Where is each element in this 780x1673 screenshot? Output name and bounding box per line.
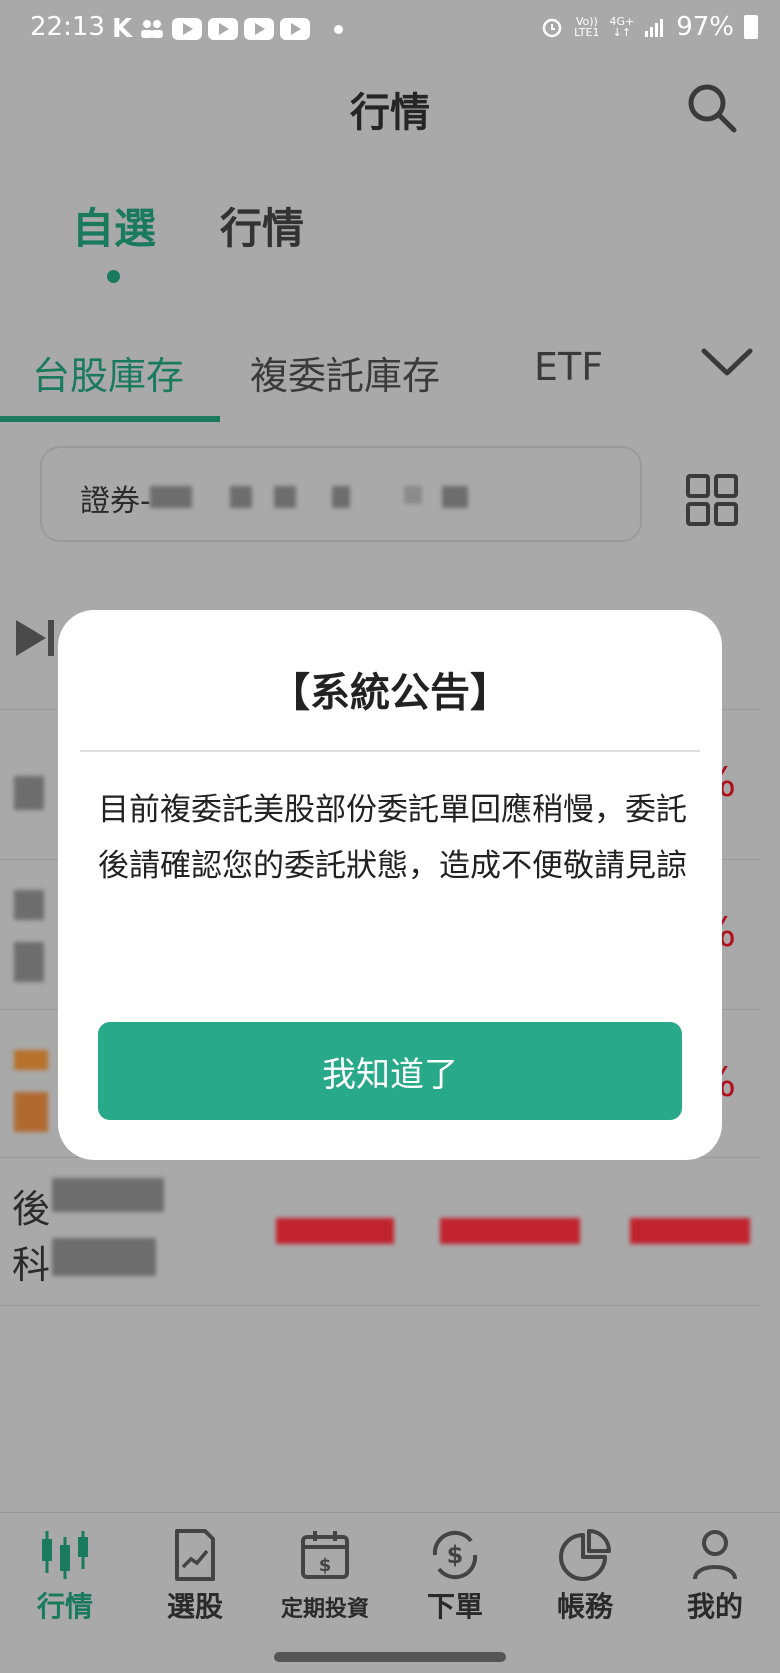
youtube-icon [244, 18, 275, 40]
dialog-message: 目前複委託美股部份委託單回應稍慢，委託後請確認您的委託狀態，造成不便敬請見諒 [98, 792, 687, 884]
account-label: 證券- [80, 484, 151, 519]
pie-chart-icon [559, 1529, 611, 1581]
redacted-account [404, 486, 422, 504]
nav-item-order[interactable]: $ 下單 [390, 1527, 520, 1637]
redacted-name [14, 890, 44, 920]
subtab-etf[interactable]: ETF [534, 345, 603, 389]
battery-percent: 97% [676, 12, 734, 42]
redacted-account [442, 486, 468, 508]
redacted-name [14, 942, 44, 982]
status-time: 22:13 [30, 12, 105, 42]
notification-icons: K [112, 14, 344, 44]
redacted-name [52, 1178, 164, 1212]
youtube-icon [280, 18, 311, 40]
redacted-name [14, 1092, 48, 1132]
chevron-down-icon[interactable] [700, 345, 754, 379]
order-dollar-icon: $ [432, 1530, 478, 1580]
nav-label: 我的 [686, 1590, 743, 1623]
account-selector[interactable]: 證券- [40, 446, 642, 542]
candlestick-icon [42, 1531, 88, 1579]
stock-name-line2: 科 [12, 1243, 51, 1287]
svg-text:$: $ [447, 1541, 464, 1569]
stock-name-line1: 後 [12, 1187, 51, 1231]
stock-pick-icon [175, 1529, 215, 1581]
play-icon[interactable] [14, 618, 58, 658]
calendar-dollar-icon: $ [301, 1531, 349, 1579]
subtab-underline [0, 416, 220, 422]
battery-icon [744, 15, 758, 39]
dialog-divider [80, 750, 700, 752]
system-announcement-dialog: 【系統公告】 目前複委託美股部份委託單回應稍慢，委託後請確認您的委託狀態，造成不… [58, 610, 722, 1160]
search-icon[interactable] [684, 80, 740, 136]
alarm-icon [542, 18, 562, 38]
nav-label: 選股 [166, 1590, 223, 1623]
subtab-tw-holdings[interactable]: 台股庫存 [32, 345, 184, 400]
page-title: 行情 [350, 90, 430, 136]
nav-item-market[interactable]: 行情 [0, 1527, 130, 1637]
redacted-account [332, 486, 350, 508]
nav-label: 帳務 [556, 1590, 613, 1623]
youtube-icon [172, 18, 203, 40]
redacted-percent [630, 1218, 750, 1244]
svg-text:$: $ [319, 1555, 332, 1576]
grid-view-icon[interactable] [686, 474, 738, 526]
redacted-account [150, 486, 192, 508]
dialog-title: 【系統公告】 [270, 670, 510, 716]
volte-indicator: Vo)) LTE1 [574, 15, 600, 39]
tab-market[interactable]: 行情 [220, 195, 304, 256]
people-icon [141, 20, 164, 38]
list-item[interactable]: 後 科 [0, 1158, 760, 1306]
status-bar: 22:13 K Vo)) LTE1 4G+ ↓↑ 97% [0, 0, 780, 58]
tab-watchlist[interactable]: 自選 [72, 195, 156, 256]
active-tab-indicator [107, 270, 120, 283]
person-icon [693, 1530, 737, 1580]
nav-label: 行情 [36, 1590, 93, 1623]
youtube-icon [208, 18, 239, 40]
nav-label: 定期投資 [280, 1597, 369, 1622]
system-icons: Vo)) LTE1 4G+ ↓↑ 97% [540, 12, 758, 42]
redacted-account [230, 486, 252, 508]
bottom-navigation: 行情 選股 $ 定期投資 $ 下單 帳務 我的 [0, 1512, 780, 1636]
network-4g-indicator: 4G+ ↓↑ [609, 15, 635, 39]
redacted-name [52, 1238, 156, 1276]
redacted-change [440, 1218, 580, 1244]
redacted-price [276, 1218, 394, 1244]
subtab-subbrokerage-holdings[interactable]: 複委託庫存 [250, 345, 440, 400]
signal-icon [645, 19, 664, 37]
redacted-name [14, 1050, 48, 1070]
k-app-icon: K [112, 14, 133, 44]
nav-item-stock-pick[interactable]: 選股 [130, 1527, 260, 1637]
nav-item-accounts[interactable]: 帳務 [520, 1527, 650, 1637]
nav-item-profile[interactable]: 我的 [650, 1527, 780, 1637]
home-indicator[interactable] [274, 1652, 506, 1662]
more-notifications-dot [334, 24, 344, 34]
nav-item-regular-investment[interactable]: $ 定期投資 [260, 1527, 390, 1637]
acknowledge-button[interactable]: 我知道了 [98, 1022, 682, 1120]
redacted-name [14, 776, 44, 810]
nav-label: 下單 [426, 1590, 483, 1623]
redacted-account [274, 486, 296, 508]
